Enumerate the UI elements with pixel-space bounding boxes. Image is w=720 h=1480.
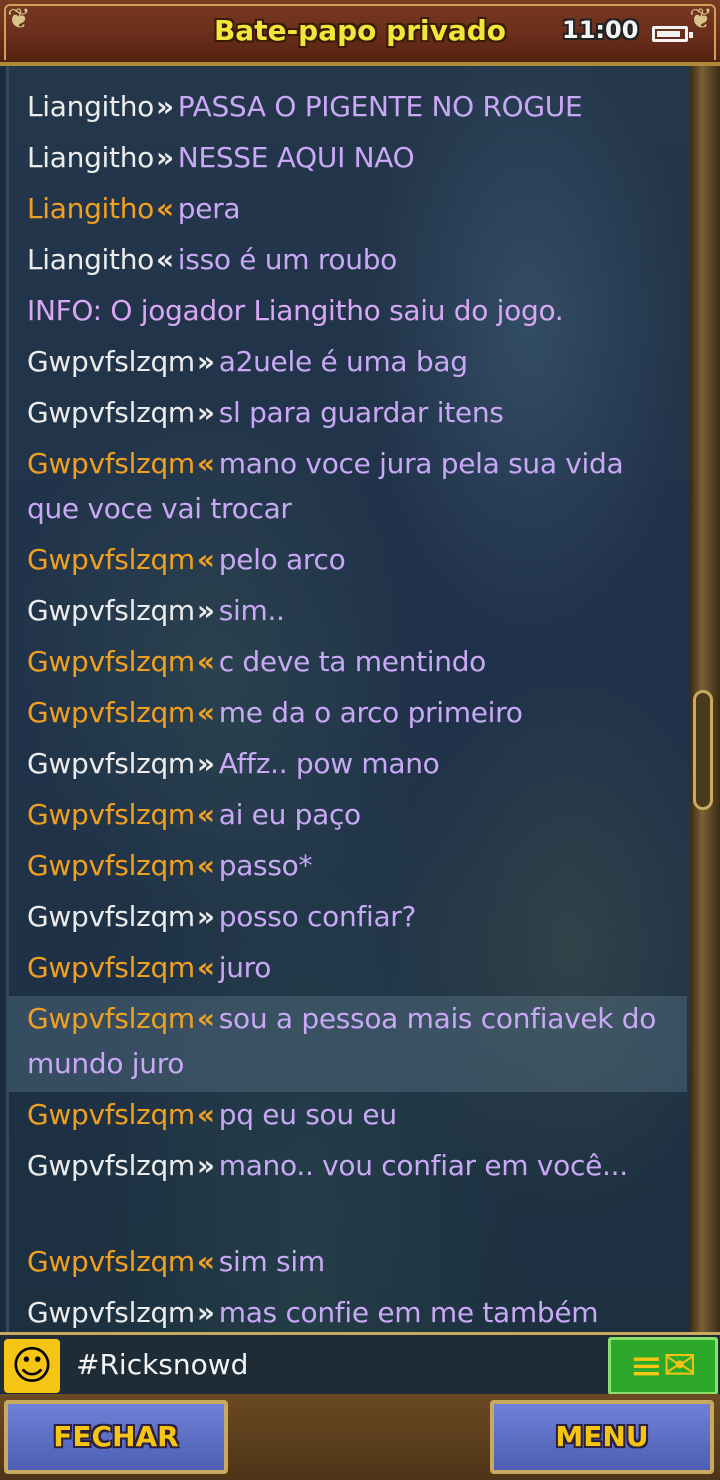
outgoing-arrow-icon: « — [196, 849, 215, 882]
outgoing-arrow-icon: « — [196, 798, 215, 831]
chat-message[interactable]: Gwpvfslzqm« me da o arco primeiro — [21, 690, 677, 741]
outgoing-arrow-icon: « — [196, 543, 215, 576]
message-text: mas confie em me também — [218, 1296, 599, 1329]
chat-message[interactable]: Gwpvfslzqm» posso confiar? — [21, 894, 677, 945]
outgoing-arrow-icon: « — [156, 192, 174, 225]
message-text: a2uele é uma bag — [218, 345, 468, 378]
message-sender[interactable]: Gwpvfslzqm — [27, 543, 195, 576]
scrollbar-thumb[interactable] — [693, 690, 713, 810]
bottom-bar: FECHAR MENU — [0, 1394, 720, 1480]
outgoing-arrow-icon: « — [196, 1098, 215, 1131]
message-sender[interactable]: Gwpvfslzqm — [27, 798, 195, 831]
message-text: sim sim — [218, 1245, 325, 1278]
message-text: c deve ta mentindo — [218, 645, 487, 678]
chat-message[interactable]: Liangitho» PASSA O PIGENTE NO ROGUE — [21, 84, 677, 135]
incoming-arrow-icon: » — [196, 594, 215, 627]
message-sender[interactable]: Gwpvfslzqm — [27, 696, 195, 729]
chat-message[interactable]: Gwpvfslzqm» mano.. vou confiar em você... — [21, 1143, 677, 1239]
chat-message[interactable]: Liangitho« pera — [21, 186, 677, 237]
incoming-arrow-icon: « — [156, 243, 174, 276]
message-text: sim.. — [218, 594, 285, 627]
message-sender[interactable]: Gwpvfslzqm — [27, 396, 195, 429]
chat-message[interactable]: Gwpvfslzqm« pelo arco — [21, 537, 677, 588]
message-text: Affz.. pow mano — [218, 747, 440, 780]
message-sender[interactable]: Gwpvfslzqm — [27, 1098, 195, 1131]
clock: 11:00 — [562, 16, 639, 44]
chat-message[interactable]: Liangitho« isso é um roubo — [21, 237, 677, 288]
incoming-arrow-icon: » — [196, 900, 215, 933]
message-text: pq eu sou eu — [218, 1098, 397, 1131]
chat-message[interactable]: Gwpvfslzqm« pq eu sou eu — [21, 1092, 677, 1143]
outgoing-arrow-icon: « — [196, 951, 215, 984]
message-text: mano.. vou confiar em você... — [218, 1149, 628, 1182]
chat-message[interactable]: Gwpvfslzqm« juro — [21, 945, 677, 996]
chat-message[interactable]: INFO: O jogador Liangitho saiu do jogo. — [21, 288, 677, 339]
battery-icon — [652, 26, 693, 42]
message-sender[interactable]: Gwpvfslzqm — [27, 1002, 195, 1035]
outgoing-arrow-icon: « — [196, 1245, 215, 1278]
outgoing-arrow-icon: « — [196, 447, 215, 480]
chat-panel[interactable]: Liangitho» PASSA O PIGENTE NO ROGUE Liangi… — [6, 66, 693, 1332]
message-text: isso é um roubo — [177, 243, 398, 276]
message-sender[interactable]: Gwpvfslzqm — [27, 645, 195, 678]
message-text: NESSE AQUI NAO — [177, 141, 415, 174]
message-sender[interactable]: Gwpvfslzqm — [27, 594, 195, 627]
menu-button[interactable]: MENU — [490, 1400, 714, 1474]
message-sender[interactable]: Gwpvfslzqm — [27, 747, 195, 780]
chat-message[interactable]: Gwpvfslzqm« c deve ta mentindo — [21, 639, 677, 690]
battery-fill — [657, 31, 680, 37]
incoming-arrow-icon: » — [196, 1296, 215, 1329]
chat-message[interactable]: Gwpvfslzqm« ai eu paço — [21, 792, 677, 843]
message-text: pelo arco — [218, 543, 346, 576]
chat-message[interactable]: Gwpvfslzqm» a2uele é uma bag — [21, 339, 677, 390]
chat-message[interactable]: Gwpvfslzqm« mano voce jura pela sua vida … — [21, 441, 677, 537]
message-sender[interactable]: Gwpvfslzqm — [27, 447, 195, 480]
message-text: posso confiar? — [218, 900, 417, 933]
title-bar: ❦ ❦ Bate-papo privado 11:00 — [0, 0, 720, 66]
message-text: PASSA O PIGENTE NO ROGUE — [177, 90, 583, 123]
message-sender[interactable]: Gwpvfslzqm — [27, 900, 195, 933]
outgoing-arrow-icon: « — [196, 645, 215, 678]
message-text: ai eu paço — [218, 798, 361, 831]
message-sender[interactable]: Gwpvfslzqm — [27, 1245, 195, 1278]
incoming-arrow-icon: » — [156, 90, 174, 123]
smiley-face-icon[interactable]: ☺ — [4, 1339, 60, 1393]
outgoing-arrow-icon: « — [196, 696, 215, 729]
incoming-arrow-icon: » — [196, 747, 215, 780]
chat-message[interactable]: Gwpvfslzqm« sou a pessoa mais confiavek d… — [9, 996, 687, 1092]
send-mail-icon[interactable]: ≡✉ — [608, 1337, 718, 1395]
close-button[interactable]: FECHAR — [4, 1400, 228, 1474]
message-input[interactable]: #Ricksnowd — [66, 1341, 612, 1389]
incoming-arrow-icon: » — [156, 141, 174, 174]
chat-message[interactable]: Gwpvfslzqm« sim sim — [21, 1239, 677, 1290]
message-sender[interactable]: Gwpvfslzqm — [27, 1296, 195, 1329]
outgoing-arrow-icon: « — [196, 1002, 215, 1035]
message-sender[interactable]: Gwpvfslzqm — [27, 849, 195, 882]
chat-message[interactable]: Gwpvfslzqm« passo* — [21, 843, 677, 894]
message-list: Liangitho» PASSA O PIGENTE NO ROGUE Liangi… — [9, 84, 687, 1332]
message-text: juro — [218, 951, 272, 984]
incoming-arrow-icon: » — [196, 1149, 215, 1182]
message-text: pera — [177, 192, 241, 225]
incoming-arrow-icon: » — [196, 396, 215, 429]
message-composer: ☺ #Ricksnowd ≡✉ — [0, 1332, 720, 1395]
message-text: passo* — [218, 849, 313, 882]
message-sender[interactable]: Gwpvfslzqm — [27, 951, 195, 984]
message-sender[interactable]: Gwpvfslzqm — [27, 1149, 195, 1182]
chat-message[interactable]: Gwpvfslzqm» Affz.. pow mano — [21, 741, 677, 792]
chat-message[interactable]: Liangitho» NESSE AQUI NAO — [21, 135, 677, 186]
message-sender[interactable]: Liangitho — [27, 141, 154, 174]
chat-message[interactable]: Gwpvfslzqm» mas confie em me também — [21, 1290, 677, 1332]
message-sender[interactable]: Gwpvfslzqm — [27, 345, 195, 378]
system-info-text: INFO: O jogador Liangitho saiu do jogo. — [27, 294, 564, 327]
chat-message[interactable]: Gwpvfslzqm» sl para guardar itens — [21, 390, 677, 441]
message-text: me da o arco primeiro — [218, 696, 523, 729]
message-text: sl para guardar itens — [218, 396, 504, 429]
message-sender[interactable]: Liangitho — [27, 243, 154, 276]
incoming-arrow-icon: » — [196, 345, 215, 378]
message-sender[interactable]: Liangitho — [27, 90, 154, 123]
message-sender[interactable]: Liangitho — [27, 192, 154, 225]
chat-message[interactable]: Gwpvfslzqm» sim.. — [21, 588, 677, 639]
